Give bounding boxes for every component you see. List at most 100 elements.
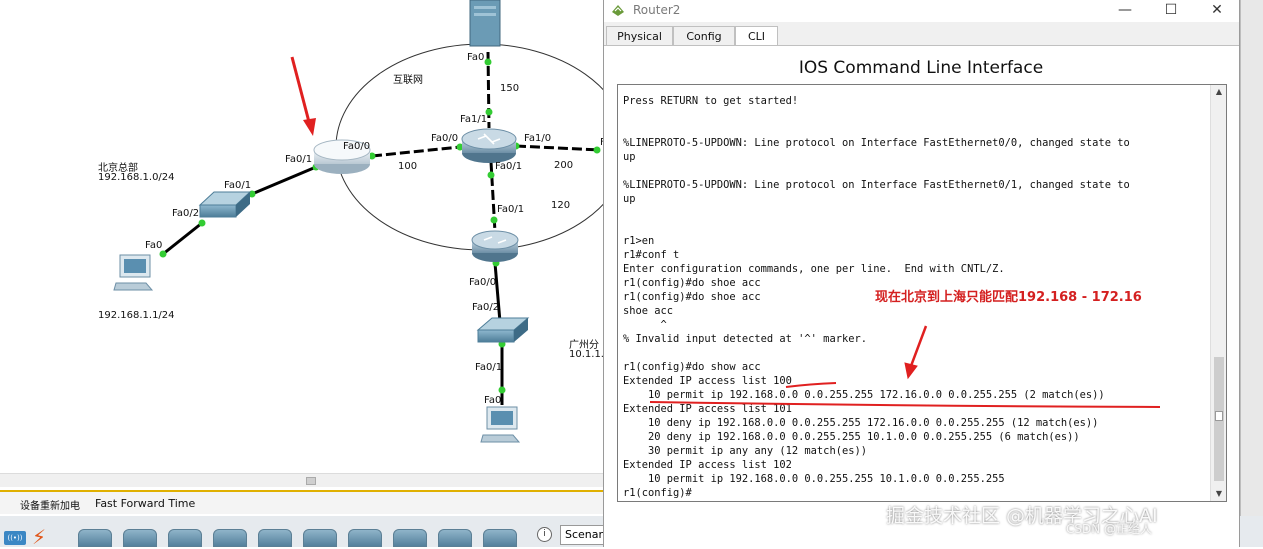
link-south-switch [493,262,502,323]
cli-line: r1>en [623,235,655,247]
pc-beijing-icon [113,254,154,291]
cli-line: r1(config)# [623,487,692,499]
info-icon[interactable]: i [537,527,552,542]
cli-line: Enter configuration commands, one per li… [623,263,1005,275]
port-label: Fa0/1 [285,154,313,165]
router-model-icon[interactable] [168,529,202,547]
switch-beijing-icon [198,191,252,218]
network-topology [113,0,610,443]
port-label: Fa0/2 [172,208,200,219]
status-text: 设备重新加电 [20,501,80,512]
router-model-icon[interactable] [123,529,157,547]
port-label: Fa0/0 [469,277,497,288]
scroll-up-icon[interactable]: ▲ [1211,85,1226,99]
link-label-west: 100 [398,161,418,172]
router-model-icon[interactable] [303,529,337,547]
red-arrow-annotation [290,56,316,136]
wireless-devices-icon[interactable]: ((•)) [4,531,26,545]
watermark-subtext: CSDN @正经人 [1066,522,1153,536]
guangzhou-subnet-label: 10.1.1. [569,349,604,360]
router-model-icon[interactable] [393,529,427,547]
horizontal-scrollbar[interactable] [0,473,610,487]
status-bar: 设备重新加电 Fast Forward Time [0,490,610,514]
port-label: Fa0 [145,240,163,251]
port-label: Fa0/1 [497,204,525,215]
link-r1-switch [251,165,317,196]
router-center-icon [461,128,517,163]
window-titlebar[interactable]: Router2 — ☐ ✕ [604,0,1239,22]
cli-line: % Invalid input detected at '^' marker. [623,333,867,345]
port-label: Fa0/0 [431,133,459,144]
fast-forward-time-button[interactable]: Fast Forward Time [95,497,195,510]
port-label: Fa1/0 [524,133,552,144]
annotation-text: 现在北京到上海只能匹配192.168 - 172.16 [875,290,1142,305]
cli-line [623,122,1208,136]
port-label: Fa0/2 [472,302,500,313]
cli-line: %LINEPROTO-5-UPDOWN: Line protocol on In… [623,137,1130,149]
cli-line: 10 deny ip 192.168.0.0 0.0.255.255 172.1… [623,417,1099,429]
connections-icon[interactable]: ⚡ [32,527,46,547]
cli-line: Extended IP access list 100 [623,375,792,387]
tab-config[interactable]: Config [673,26,735,46]
beijing-subnet-label: 192.168.1.0/24 [98,172,175,183]
cli-line: 10 permit ip 192.168.0.0 0.0.255.255 172… [623,389,1105,401]
cli-line: 10 permit ip 192.168.0.0 0.0.255.255 10.… [623,473,1005,485]
link-center-east [515,144,601,152]
tab-strip: Physical Config CLI [604,26,1239,47]
port-label: Fa0/0 [343,141,371,152]
cli-line: Press RETURN to get started! [623,95,799,107]
cli-scrollbar[interactable]: ▲ ▼ [1210,85,1226,501]
packet-tracer-icon [612,5,624,16]
router-south-icon [471,230,519,262]
router-model-icon[interactable] [483,529,517,547]
port-indicators [159,58,601,394]
cli-line: %LINEPROTO-5-UPDOWN: Line protocol on In… [623,179,1130,191]
port-label: Fa0/1 [495,161,523,172]
link-switch-pc-bj [162,221,203,256]
cli-line: 30 permit ip any any (12 match(es)) [623,445,867,457]
router-model-icon[interactable] [438,529,472,547]
scrollbar-thumb[interactable] [306,477,316,485]
link-r1-center [371,145,461,158]
ios-cli-heading: IOS Command Line Interface [798,58,1044,78]
tab-physical[interactable]: Physical [606,26,673,46]
switch-guangzhou-icon [476,317,530,343]
link-label-south: 120 [551,200,571,211]
cli-line: Extended IP access list 102 [623,459,792,471]
maximize-button[interactable]: ☐ [1148,0,1194,22]
router2-window: Router2 — ☐ ✕ Physical Config CLI IOS Co… [603,0,1240,547]
minimize-button[interactable]: — [1102,0,1148,22]
router-model-icon[interactable] [258,529,292,547]
cli-line: up [623,151,636,163]
link-label-north: 150 [500,83,520,94]
port-label: Fa0 [484,395,502,406]
cli-line [623,108,1208,122]
port-label: Fa0/1 [224,180,252,191]
cli-line [623,206,1208,220]
router-model-icon[interactable] [213,529,247,547]
tab-cli[interactable]: CLI [735,26,778,47]
server-icon [469,0,501,47]
cli-line: r1(config)#do show acc [623,361,761,373]
background-window-edge [1240,0,1263,516]
close-button[interactable]: ✕ [1194,0,1240,22]
cli-line: r1#conf t [623,249,680,261]
scroll-down-icon[interactable]: ▼ [1211,487,1226,501]
router-model-icon[interactable] [78,529,112,547]
cli-line: 20 deny ip 192.168.0.0 0.0.255.255 10.1.… [623,431,1080,443]
cli-line [623,164,1208,178]
pc-guangzhou-icon [480,406,521,443]
cli-line: up [623,193,636,205]
window-title: Router2 [633,3,681,17]
cli-line: ^ [623,319,667,331]
port-label: Fa1/1 [460,114,488,125]
port-label: Fa0/1 [475,362,503,373]
cloud-label: 互联网 [393,75,423,86]
cli-line: Extended IP access list 101 [623,403,792,415]
link-label-east: 200 [554,160,574,171]
router-model-icon[interactable] [348,529,382,547]
cli-line [623,346,1208,360]
cli-line: shoe acc [623,305,674,317]
scenario-selector[interactable]: Scenar [560,525,608,545]
cli-scroll-grip [1215,411,1223,421]
